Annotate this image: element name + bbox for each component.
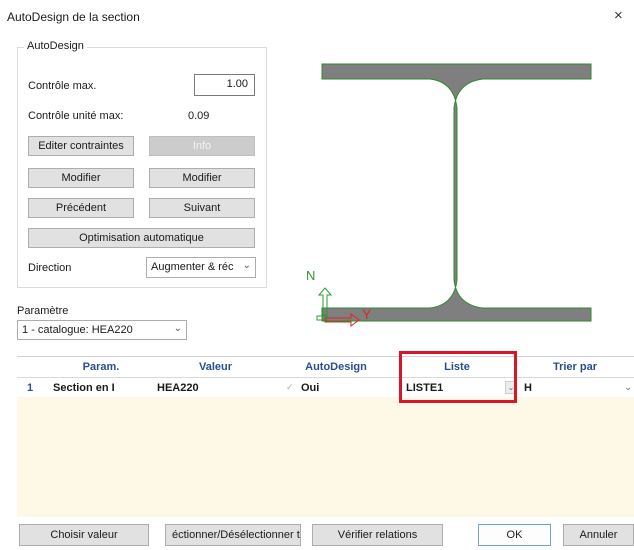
controle-unite-value: 0.09 [188,110,210,122]
autodesign-cell[interactable]: Oui [301,378,319,397]
chevron-down-icon: ⌄ [242,260,251,271]
i-section-drawing: N Y [306,63,592,327]
ok-button[interactable]: OK [478,524,551,546]
parameter-grid: Param. Valeur AutoDesign Liste Trier par… [17,356,634,517]
controle-max-label: Contrôle max. [28,80,97,92]
grid-header-autodesign[interactable]: AutoDesign [274,357,398,378]
trier-par-dropdown-icon[interactable]: ⌄ [624,378,632,397]
grid-header-param[interactable]: Param. [45,357,157,378]
precedent-button[interactable]: Précédent [28,198,134,218]
autodesign-group-legend: AutoDesign [24,40,87,52]
verifier-relations-button[interactable]: Vérifier relations [312,524,443,546]
controle-unite-label: Contrôle unité max: [28,110,124,122]
annuler-button[interactable]: Annuler [563,524,634,546]
direction-label: Direction [28,262,72,274]
trier-par-cell[interactable]: H [524,378,532,397]
y-axis-label: Y [362,306,372,322]
direction-select[interactable]: Augmenter & réc ⌄ [146,257,256,278]
grid-header-valeur[interactable]: Valeur [157,357,274,378]
modifier-right-button[interactable]: Modifier [149,168,255,188]
section-preview: N Y [276,40,634,332]
table-row[interactable]: 1 Section en I HEA220 ✓ Oui LISTE1 ⌄ H ⌄ [17,378,634,397]
param-cell[interactable]: Section en I [53,378,115,397]
row-index: 1 [27,381,34,394]
selectionner-deselectionner-button[interactable]: éctionner/Désélectionner t [165,524,301,546]
optimisation-automatique-button[interactable]: Optimisation automatique [28,228,255,248]
parametre-label: Paramètre [17,305,69,317]
grid-header-index [17,357,45,378]
info-button[interactable]: Info [149,136,255,156]
checkmark-icon: ✓ [286,382,294,392]
direction-select-value: Augmenter & réc [151,261,234,273]
suivant-button[interactable]: Suivant [149,198,255,218]
window-title: AutoDesign de la section [7,10,140,24]
choisir-valeur-button[interactable]: Choisir valeur [19,524,149,546]
modifier-left-button[interactable]: Modifier [28,168,134,188]
parametre-select[interactable]: 1 - catalogue: HEA220 ⌄ [17,320,187,340]
grid-header-trier-par[interactable]: Trier par [516,357,634,378]
liste-highlight-box [399,351,517,403]
i-beam-shape [321,63,592,322]
close-icon[interactable]: × [614,7,623,24]
valeur-cell[interactable]: HEA220 [157,378,199,397]
controle-max-input[interactable]: 1.00 [194,74,255,96]
parametre-select-value: 1 - catalogue: HEA220 [22,324,133,336]
editer-contraintes-button[interactable]: Editer contraintes [28,136,134,156]
chevron-down-icon: ⌄ [173,323,182,334]
n-axis-label: N [306,268,315,283]
